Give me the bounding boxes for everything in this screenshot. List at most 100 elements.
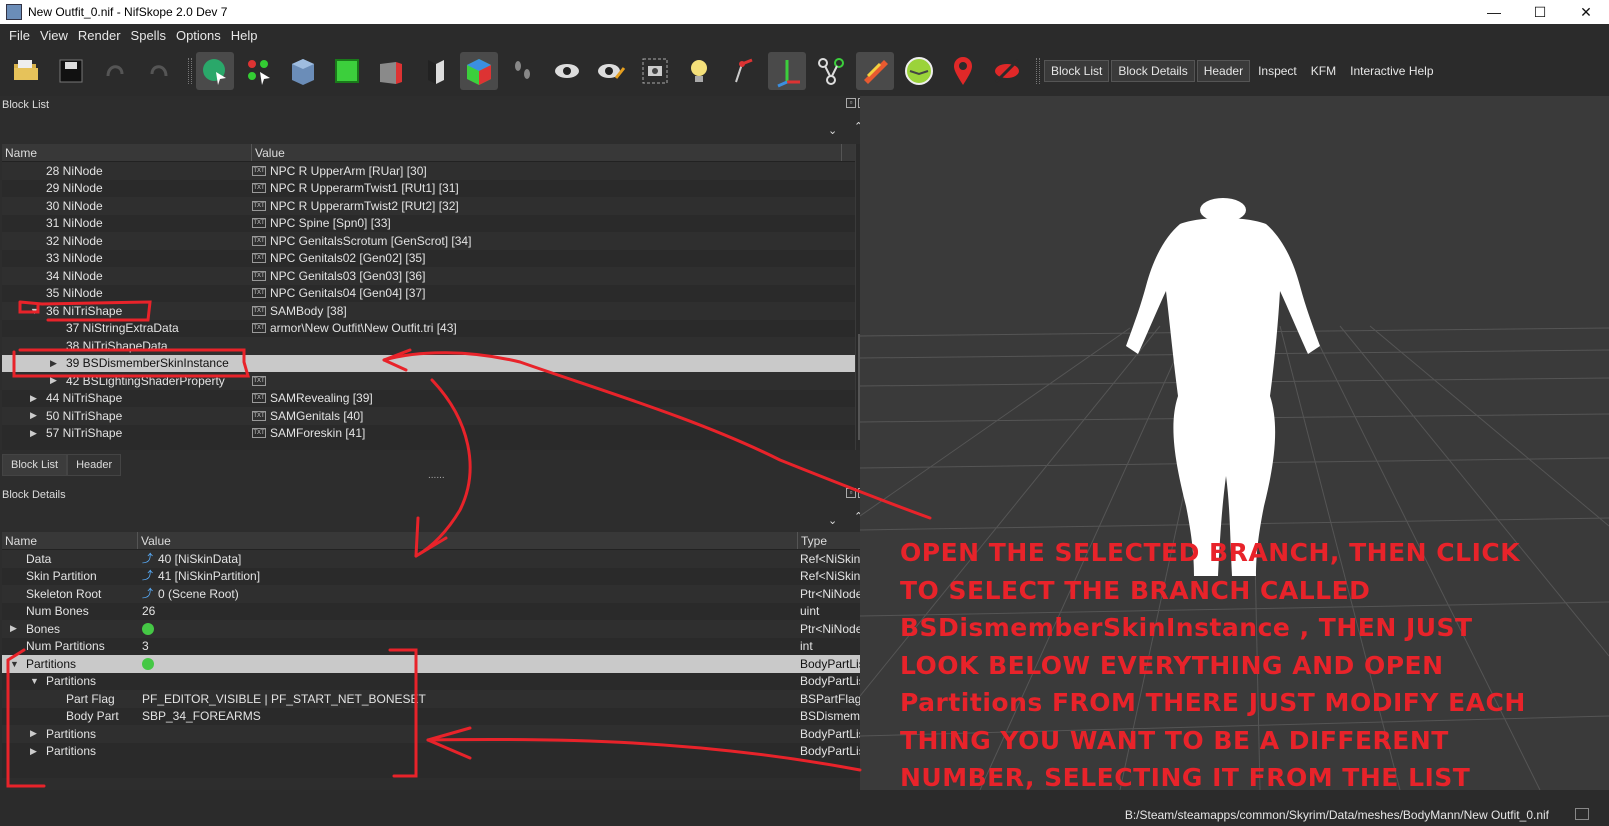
detail-row[interactable]: Skeleton Root ⤴ 0 (Scene Root) Ptr<NiNode>	[2, 585, 868, 603]
expanded-arrow-icon[interactable]: ▼	[10, 659, 20, 669]
detail-row[interactable]: Part Flag PF_EDITOR_VISIBLE | PF_START_NE…	[2, 690, 868, 708]
collapsed-arrow-icon[interactable]: ▶	[30, 728, 40, 739]
column-value[interactable]: Value	[252, 144, 842, 161]
detail-row[interactable]: Data ⤴ 40 [NiSkinData] Ref<NiSkinDa	[2, 550, 868, 568]
tree-row[interactable]: 30 NiNode TXT NPC R UpperarmTwist2 [RUt2] …	[2, 197, 856, 215]
tree-row[interactable]: ▼ 36 NiTriShape TXT SAMBody [38]	[2, 302, 856, 320]
text-icon: TXT	[252, 270, 266, 281]
detail-row[interactable]: Num Partitions 3 int	[2, 638, 868, 656]
show-markers-icon[interactable]	[944, 52, 982, 90]
tree-row[interactable]: ▶ 57 NiTriShape TXT SAMForeskin [41]	[2, 425, 856, 443]
lighting-icon[interactable]	[680, 52, 718, 90]
column-name[interactable]: Name	[2, 532, 138, 549]
view-flip-icon[interactable]	[416, 52, 454, 90]
float-icon[interactable]: ▫	[846, 488, 856, 498]
detail-row-selected[interactable]: ▼ Partitions BodyPartList	[2, 655, 868, 673]
show-transform-axes-icon[interactable]	[768, 52, 806, 90]
detail-row[interactable]: ▼ Partitions BodyPartList	[2, 673, 868, 691]
detail-row[interactable]: ▶ Bones Ptr<NiNode>	[2, 620, 868, 638]
tree-row[interactable]: 28 NiNode TXT NPC R UpperArm [RUar] [30]	[2, 162, 856, 180]
save-file-icon[interactable]	[52, 52, 90, 90]
column-name[interactable]: Name	[2, 144, 252, 161]
view-side-icon[interactable]	[372, 52, 410, 90]
menu-render[interactable]: Render	[73, 28, 126, 43]
tab-header[interactable]: Header	[67, 454, 122, 476]
detail-row[interactable]: ▶ Partitions BodyPartList	[2, 725, 868, 743]
chevron-down-icon[interactable]: ⌄	[828, 514, 837, 527]
show-collision-icon[interactable]	[856, 52, 894, 90]
menu-view[interactable]: View	[35, 28, 73, 43]
expanded-arrow-icon[interactable]: ▼	[30, 676, 40, 686]
block-list-title: Block List	[2, 99, 50, 111]
tree-row[interactable]: ▶ 42 BSLightingShaderProperty TXT	[2, 372, 856, 390]
redo-icon[interactable]	[140, 52, 178, 90]
collapsed-arrow-icon[interactable]: ▶	[50, 375, 60, 386]
expanded-arrow-icon[interactable]: ▼	[30, 306, 40, 316]
tree-row[interactable]: 31 NiNode TXT NPC Spine [Spn0] [33]	[2, 215, 856, 233]
block-list-tabs: Block List Header	[2, 454, 122, 476]
detail-row[interactable]: ▶ Partitions BodyPartList	[2, 743, 868, 761]
walk-mode-icon[interactable]	[504, 52, 542, 90]
row-type: BodyPartList	[800, 726, 868, 741]
hide-markers-icon[interactable]	[988, 52, 1026, 90]
toolbar-block-details-button[interactable]: Block Details	[1111, 60, 1195, 82]
view-front-icon[interactable]	[328, 52, 366, 90]
tree-row[interactable]: ▶ 44 NiTriShape TXT SAMRevealing [39]	[2, 390, 856, 408]
toolbar-header-button[interactable]: Header	[1196, 60, 1251, 82]
show-constraints-icon[interactable]	[900, 52, 938, 90]
toolbar-block-list-button[interactable]: Block List	[1044, 60, 1110, 82]
column-value[interactable]: Value	[138, 532, 798, 549]
resize-grip-icon[interactable]	[1575, 808, 1589, 820]
hide-visibility-icon[interactable]	[592, 52, 630, 90]
collapsed-arrow-icon[interactable]: ▶	[30, 746, 40, 757]
open-file-icon[interactable]	[8, 52, 46, 90]
row-name: Partitions	[46, 744, 97, 759]
tree-row[interactable]: 29 NiNode TXT NPC R UpperarmTwist1 [RUt1] …	[2, 180, 856, 198]
row-type: BSPartFlag	[800, 691, 862, 706]
block-details-rows: Data ⤴ 40 [NiSkinData] Ref<NiSkinDa Skin Pa…	[2, 550, 868, 760]
detail-row[interactable]: Num Bones 26 uint	[2, 603, 868, 621]
show-nodes-icon[interactable]	[812, 52, 850, 90]
menu-help[interactable]: Help	[226, 28, 263, 43]
screenshot-icon[interactable]	[636, 52, 674, 90]
tree-row[interactable]: 32 NiNode TXT NPC GenitalsScrotum [GenScro…	[2, 232, 856, 250]
maximize-button[interactable]: ☐	[1517, 0, 1563, 24]
collapsed-arrow-icon[interactable]: ▶	[30, 410, 40, 421]
undo-icon[interactable]	[96, 52, 134, 90]
menu-file[interactable]: File	[4, 28, 35, 43]
toolbar-inspect-button[interactable]: Inspect	[1252, 61, 1303, 81]
text-icon: TXT	[252, 410, 266, 421]
chevron-down-icon[interactable]: ⌄	[828, 124, 837, 137]
tree-row[interactable]: 34 NiNode TXT NPC Genitals03 [Gen03] [36]	[2, 267, 856, 285]
splitter-handle[interactable]: ......	[428, 470, 445, 481]
select-object-icon[interactable]	[196, 52, 234, 90]
collapsed-arrow-icon[interactable]: ▶	[30, 428, 40, 439]
tree-row[interactable]: 33 NiNode TXT NPC Genitals02 [Gen02] [35]	[2, 250, 856, 268]
toolbar-interactive-help-button[interactable]: Interactive Help	[1344, 61, 1439, 81]
row-name: 42 BSLightingShaderProperty	[66, 373, 225, 388]
close-button[interactable]: ✕	[1563, 0, 1609, 24]
toolbar-kfm-button[interactable]: KFM	[1305, 61, 1342, 81]
view-perspective-icon[interactable]	[460, 52, 498, 90]
collapsed-arrow-icon[interactable]: ▶	[30, 393, 40, 404]
select-vertex-icon[interactable]	[240, 52, 278, 90]
show-axes-icon[interactable]	[724, 52, 762, 90]
menu-options[interactable]: Options	[171, 28, 226, 43]
collapsed-arrow-icon[interactable]: ▶	[10, 623, 20, 634]
menu-spells[interactable]: Spells	[126, 28, 171, 43]
collapsed-arrow-icon[interactable]: ▶	[50, 358, 60, 369]
minimize-button[interactable]: —	[1471, 0, 1517, 24]
show-visibility-icon[interactable]	[548, 52, 586, 90]
detail-row[interactable]: Body Part SBP_34_FOREARMS BSDismembe	[2, 708, 868, 726]
tree-row[interactable]: 38 NiTriShapeData	[2, 337, 856, 355]
tree-row[interactable]: 35 NiNode TXT NPC Genitals04 [Gen04] [37]	[2, 285, 856, 303]
tree-row[interactable]: 37 NiStringExtraData TXT armor\New Outfit\…	[2, 320, 856, 338]
tree-row-selected[interactable]: ▶ 39 BSDismemberSkinInstance	[2, 354, 856, 372]
row-value: NPC R UpperArm [RUar] [30]	[270, 163, 427, 178]
tree-row[interactable]: ▶ 50 NiTriShape TXT SAMGenitals [40]	[2, 407, 856, 425]
column-type[interactable]: Type	[798, 532, 868, 549]
view-top-icon[interactable]	[284, 52, 322, 90]
tab-block-list[interactable]: Block List	[2, 454, 68, 476]
float-icon[interactable]: ▫	[846, 98, 856, 108]
detail-row[interactable]: Skin Partition ⤴ 41 [NiSkinPartition] Ref<N…	[2, 568, 868, 586]
